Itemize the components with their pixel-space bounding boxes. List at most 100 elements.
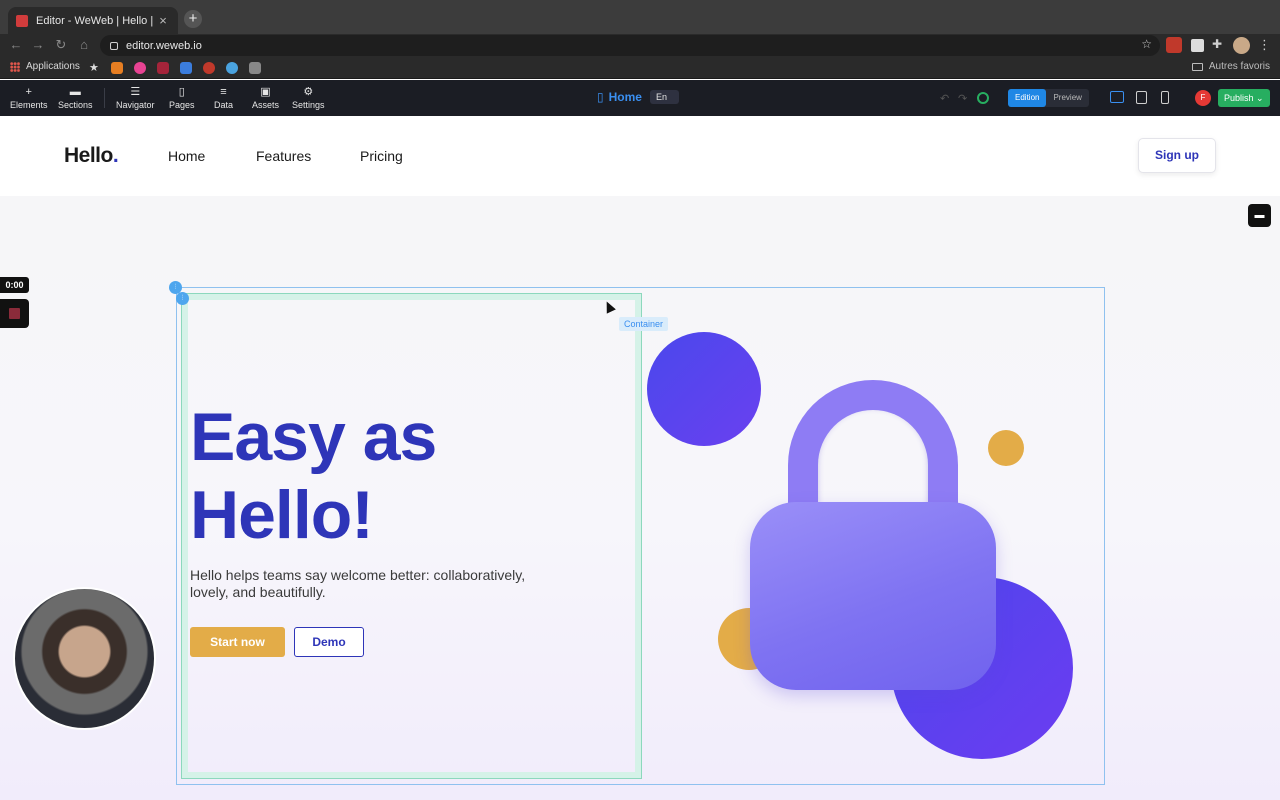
extension-icon[interactable]	[1166, 37, 1182, 53]
pages-label: Pages	[169, 100, 195, 110]
browser-tab[interactable]: Editor - WeWeb | Hello | Easy as Hello! …	[8, 7, 178, 34]
language-selector[interactable]: En	[649, 90, 679, 104]
tab-title: Editor - WeWeb | Hello | Easy as Hello!	[36, 14, 156, 27]
nav-link-home[interactable]: Home	[168, 148, 205, 164]
bookmark-icon[interactable]	[134, 62, 146, 74]
toolbar-divider	[104, 88, 105, 108]
undo-icon[interactable]: ↶	[940, 92, 949, 105]
decorative-circle	[647, 332, 761, 446]
other-bookmarks-label: Autres favoris	[1208, 61, 1270, 72]
sections-button[interactable]: ▬ Sections	[58, 86, 93, 110]
browser-toolbar: ← → ↻ ⌂ editor.weweb.io ☆ ✚ ⋮	[0, 34, 1280, 57]
status-indicator-icon	[977, 92, 989, 104]
calendar-bookmark-icon[interactable]	[180, 62, 192, 74]
demo-button[interactable]: Demo	[294, 627, 364, 657]
user-avatar[interactable]: F	[1195, 90, 1211, 106]
hero-title[interactable]: Easy as Hello!	[190, 398, 610, 554]
preview-mode-button[interactable]: Preview	[1046, 89, 1088, 107]
bookmark-icon[interactable]	[111, 62, 123, 74]
mode-toggle: Edition Preview	[1008, 89, 1089, 107]
desktop-view-icon[interactable]	[1110, 91, 1124, 103]
database-icon: ≡	[220, 86, 227, 98]
sections-label: Sections	[58, 100, 93, 110]
back-icon[interactable]: ←	[8, 37, 24, 53]
publish-button[interactable]: Publish ⌄	[1218, 89, 1270, 107]
logo-text: Hello	[64, 144, 113, 167]
signup-button[interactable]: Sign up	[1138, 138, 1216, 173]
bookmark-icon[interactable]	[249, 62, 261, 74]
chevron-down-icon: ⌄	[1256, 93, 1264, 103]
editor-canvas: Hello. Home Features Pricing Sign up ▬ 0…	[0, 116, 1280, 800]
folder-icon	[1191, 62, 1203, 71]
profile-avatar[interactable]	[1233, 37, 1250, 54]
container-label-tag: Container	[619, 317, 669, 331]
mobile-view-icon[interactable]	[1161, 91, 1169, 104]
bookmark-icon[interactable]	[203, 62, 215, 74]
recording-timer: 0:00	[0, 277, 29, 293]
publish-label: Publish	[1224, 93, 1254, 103]
logo-dot: .	[112, 144, 119, 167]
settings-label: Settings	[292, 100, 325, 110]
gear-icon: ⚙	[303, 86, 314, 98]
site-logo[interactable]: Hello.	[64, 144, 119, 168]
page-document-icon: ▯	[597, 90, 604, 104]
hero-title-line-2: Hello!	[190, 477, 374, 553]
redo-icon[interactable]: ↷	[958, 92, 967, 105]
edition-mode-button[interactable]: Edition	[1008, 89, 1047, 107]
bookmark-star-icon[interactable]: ☆	[1141, 37, 1152, 51]
bookmark-applications[interactable]: Applications	[10, 61, 80, 72]
assets-button[interactable]: ▣ Assets	[252, 86, 279, 110]
home-icon[interactable]: ⌂	[76, 37, 92, 53]
editor-toolbar: + Elements ▬ Sections ☰ Navigator ▯ Page…	[0, 80, 1280, 116]
browser-tab-strip: Editor - WeWeb | Hello | Easy as Hello! …	[0, 0, 1280, 34]
navigator-label: Navigator	[116, 100, 155, 110]
start-now-button[interactable]: Start now	[190, 627, 285, 657]
other-bookmarks[interactable]: Autres favoris	[1191, 61, 1270, 72]
document-icon: ▯	[178, 86, 185, 98]
webcam-overlay	[13, 587, 156, 730]
hero-title-line-1: Easy as	[190, 399, 437, 475]
image-icon: ▣	[260, 86, 271, 98]
bookmarks-bar: Applications ★ Autres favoris	[0, 57, 1280, 79]
hero-subtitle[interactable]: Hello helps teams say welcome better: co…	[190, 567, 530, 601]
stop-recording-button[interactable]	[0, 299, 29, 328]
tab-close-icon[interactable]: ×	[156, 13, 170, 28]
elements-button[interactable]: + Elements	[10, 86, 48, 110]
site-navbar: Hello. Home Features Pricing Sign up	[0, 116, 1280, 196]
bookmark-applications-label: Applications	[26, 61, 80, 72]
assets-label: Assets	[252, 100, 280, 110]
list-icon: ☰	[130, 86, 141, 98]
nav-link-features[interactable]: Features	[256, 148, 311, 164]
navigator-button[interactable]: ☰ Navigator	[116, 86, 155, 110]
weweb-favicon-icon	[16, 14, 28, 27]
forward-icon[interactable]: →	[30, 37, 46, 53]
lock-icon	[110, 41, 118, 50]
url-text: editor.weweb.io	[126, 39, 202, 52]
new-tab-button[interactable]: +	[184, 10, 202, 28]
star-bookmark-icon[interactable]: ★	[89, 62, 101, 74]
decorative-circle	[988, 430, 1024, 466]
data-button[interactable]: ≡ Data	[214, 86, 233, 110]
data-label: Data	[214, 100, 234, 110]
bookmark-icon[interactable]	[157, 62, 169, 74]
elements-label: Elements	[10, 100, 48, 110]
page-selector[interactable]: ▯ Home En	[597, 90, 679, 104]
stop-icon	[9, 308, 20, 319]
container-handle-icon[interactable]: ⫶	[176, 292, 189, 305]
padlock-icon	[750, 502, 996, 690]
nav-link-pricing[interactable]: Pricing	[360, 148, 403, 164]
sections-icon: ▬	[69, 86, 81, 98]
browser-menu-icon[interactable]: ⋮	[1258, 37, 1274, 53]
plus-icon: +	[25, 86, 32, 98]
address-bar[interactable]: editor.weweb.io ☆	[100, 35, 1160, 56]
current-page-name: Home	[608, 90, 642, 104]
extension-icon[interactable]	[1191, 39, 1204, 52]
extensions-puzzle-icon[interactable]: ✚	[1212, 37, 1228, 53]
section-menu-icon[interactable]: ▬	[1248, 204, 1271, 227]
reload-icon[interactable]: ↻	[53, 37, 69, 53]
apps-grid-icon	[10, 61, 20, 72]
settings-button[interactable]: ⚙ Settings	[292, 86, 325, 110]
tablet-view-icon[interactable]	[1136, 91, 1147, 104]
globe-bookmark-icon[interactable]	[226, 62, 238, 74]
pages-button[interactable]: ▯ Pages	[169, 86, 195, 110]
